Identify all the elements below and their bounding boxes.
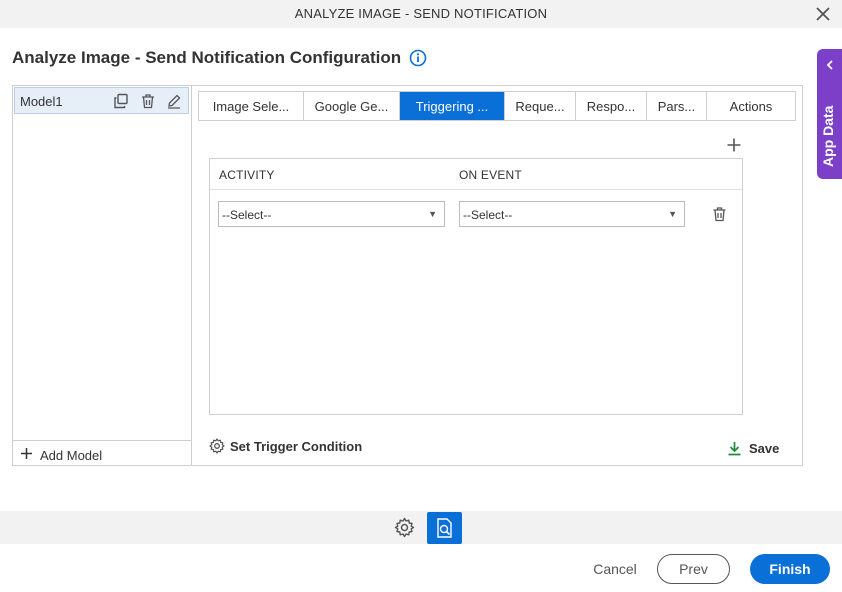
tab-request[interactable]: Reque... [505, 92, 576, 120]
settings-gear-icon[interactable] [394, 517, 415, 538]
tab-actions[interactable]: Actions [707, 92, 795, 120]
config-tabs: Image Sele... Google Ge... Triggering ..… [198, 91, 796, 121]
close-icon[interactable] [814, 5, 832, 23]
on-event-select-value: --Select-- [463, 208, 513, 222]
preview-icon [437, 518, 452, 538]
edit-icon[interactable] [166, 93, 182, 109]
column-activity: ACTIVITY [219, 168, 275, 182]
set-trigger-condition-label: Set Trigger Condition [230, 438, 363, 454]
prev-button[interactable]: Prev [657, 554, 730, 584]
trash-icon[interactable] [140, 93, 156, 109]
model-list: Model1 Add Model [12, 85, 192, 466]
plus-icon [21, 448, 32, 459]
chevron-left-icon [826, 60, 833, 70]
download-icon [728, 442, 741, 456]
add-row-icon[interactable] [727, 138, 741, 152]
model-item[interactable]: Model1 [14, 87, 189, 114]
grid-header: ACTIVITY ON EVENT [210, 159, 742, 190]
tab-parse[interactable]: Pars... [647, 92, 707, 120]
app-data-tab[interactable]: App Data [817, 49, 842, 179]
add-model-button[interactable]: Add Model [12, 440, 191, 465]
window-title: ANALYZE IMAGE - SEND NOTIFICATION [294, 6, 548, 21]
activity-select-value: --Select-- [222, 208, 272, 222]
dropdown-arrow-icon: ▼ [668, 209, 677, 219]
preview-button[interactable] [427, 512, 462, 544]
column-on-event: ON EVENT [459, 168, 522, 182]
title-bar: ANALYZE IMAGE - SEND NOTIFICATION [0, 0, 842, 28]
save-button[interactable]: Save [727, 441, 779, 456]
app-data-label: App Data [820, 105, 836, 167]
cancel-button[interactable]: Cancel [585, 561, 645, 577]
copy-icon[interactable] [113, 93, 129, 109]
model-name: Model1 [20, 94, 63, 109]
trigger-grid: ACTIVITY ON EVENT --Select-- ▼ --Select-… [209, 158, 743, 415]
page-heading: Analyze Image - Send Notification Config… [12, 48, 427, 68]
page-title: Analyze Image - Send Notification Config… [12, 48, 402, 67]
set-trigger-condition-button[interactable]: Set Trigger Condition [209, 438, 362, 454]
tab-image-selection[interactable]: Image Sele... [199, 92, 304, 120]
bottom-toolbar [0, 511, 842, 544]
delete-row-icon[interactable] [712, 206, 727, 222]
finish-button[interactable]: Finish [750, 554, 830, 584]
activity-select[interactable]: --Select-- ▼ [218, 201, 445, 227]
tab-triggering[interactable]: Triggering ... [400, 92, 505, 120]
save-label: Save [749, 441, 780, 456]
info-icon[interactable] [409, 49, 427, 67]
gear-icon [209, 438, 225, 454]
dropdown-arrow-icon: ▼ [428, 209, 437, 219]
add-model-label: Add Model [40, 448, 103, 463]
on-event-select[interactable]: --Select-- ▼ [459, 201, 685, 227]
tab-google-generative[interactable]: Google Ge... [304, 92, 400, 120]
tab-response[interactable]: Respo... [576, 92, 647, 120]
